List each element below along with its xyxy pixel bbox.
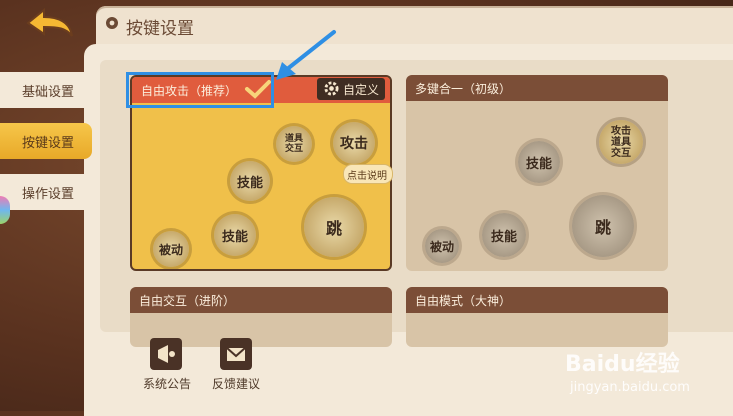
button-label: 技能 xyxy=(490,229,517,245)
passive-button: 被动 xyxy=(425,229,459,263)
page-title: 按键设置 xyxy=(126,19,194,39)
color-wheel-icon xyxy=(0,196,10,224)
button-label: 被动 xyxy=(158,242,183,257)
attack-item-interact-button: 攻击道具交互 xyxy=(599,120,643,164)
card-header: 自由交互（进阶） xyxy=(130,287,392,313)
card-header: 多键合一（初级） xyxy=(406,75,668,101)
back-arrow-icon[interactable] xyxy=(24,6,76,40)
feedback-icon[interactable] xyxy=(220,338,252,370)
tab-operation-settings[interactable]: 操作设置 xyxy=(0,174,92,210)
tab-key-settings[interactable]: 按键设置 xyxy=(0,123,92,159)
tab-label: 操作设置 xyxy=(22,187,75,202)
button-label: 技能 xyxy=(221,229,248,245)
button-label: 被动 xyxy=(429,239,454,254)
feedback-label[interactable]: 反馈建议 xyxy=(212,375,260,392)
button-label: 攻击 xyxy=(340,136,368,152)
card-title: 自由模式（大神） xyxy=(415,294,512,308)
megaphone-icon xyxy=(158,345,175,363)
card-title: 自由交互（进阶） xyxy=(139,294,236,308)
tab-label: 基础设置 xyxy=(22,85,75,100)
annotation-arrow xyxy=(276,30,336,80)
tab-label: 按键设置 xyxy=(22,136,75,151)
watermark-logo: Baidu经验 xyxy=(565,352,680,377)
tab-basic-settings[interactable]: 基础设置 xyxy=(0,72,92,108)
item-interact-button: 道具交互 xyxy=(276,126,312,162)
jump-button: 跳 xyxy=(572,195,634,257)
skill-button-top: 技能 xyxy=(230,161,270,201)
highlight-box xyxy=(126,72,274,108)
explain-label: 点击说明 xyxy=(347,171,387,182)
skill-button-top: 技能 xyxy=(518,141,560,183)
button-label: 跳 xyxy=(594,218,611,237)
scheme-card-multi-key[interactable]: 多键合一（初级） 攻击道具交互 技能 被动 技能 跳 xyxy=(406,75,668,271)
passive-button: 被动 xyxy=(153,231,189,267)
skill-button-bottom: 技能 xyxy=(482,213,526,257)
card-title: 多键合一（初级） xyxy=(415,82,512,96)
button-label: 攻击道具交互 xyxy=(611,125,631,159)
customize-label: 自定义 xyxy=(343,83,380,97)
announcement-label[interactable]: 系统公告 xyxy=(143,375,191,392)
card-header: 自由模式（大神） xyxy=(406,287,668,313)
scheme-card-free-mode[interactable]: 自由模式（大神） xyxy=(406,287,668,347)
attack-button: 攻击 xyxy=(333,122,375,164)
announcement-icon[interactable] xyxy=(150,338,182,370)
button-label: 跳 xyxy=(325,219,342,238)
click-explain-button[interactable]: 点击说明 xyxy=(343,164,393,184)
mail-icon xyxy=(226,347,246,361)
button-label: 道具交互 xyxy=(284,134,303,154)
skill-button-bottom: 技能 xyxy=(214,214,256,256)
card-body: 道具交互 攻击 技能 被动 技能 跳 xyxy=(132,103,390,269)
card-body: 攻击道具交互 技能 被动 技能 跳 xyxy=(406,101,668,271)
jump-button: 跳 xyxy=(304,197,364,257)
settings-title-icon xyxy=(106,17,118,29)
watermark-url: jingyan.baidu.com xyxy=(570,380,690,395)
button-label: 技能 xyxy=(525,156,552,172)
button-label: 技能 xyxy=(236,175,263,191)
